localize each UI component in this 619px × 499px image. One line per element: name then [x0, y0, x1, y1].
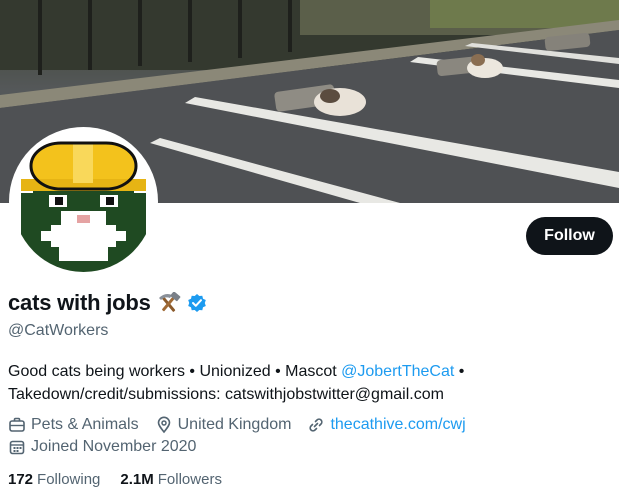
website-link[interactable]: thecathive.com/cwj [330, 416, 465, 434]
profile-stats: 172 Following 2.1M Followers [8, 471, 242, 488]
location-item: United Kingdom [155, 416, 292, 434]
avatar[interactable] [9, 127, 158, 276]
followers-count: 2.1M [120, 471, 154, 488]
bio-text-suffix: • [454, 363, 465, 380]
cat-hardhat-avatar-icon [13, 131, 154, 272]
profile-name-row: cats with jobs [8, 290, 207, 316]
joined-item: Joined November 2020 [8, 438, 196, 456]
link-icon [309, 418, 324, 432]
display-name: cats with jobs [8, 290, 151, 315]
category-label: Pets & Animals [31, 416, 139, 433]
profile-meta-joined: Joined November 2020 [8, 438, 212, 456]
hammer-and-pick-icon [157, 292, 181, 314]
category-item: Pets & Animals [8, 416, 139, 434]
verified-badge-icon[interactable] [187, 293, 207, 313]
followers-stat[interactable]: 2.1M Followers [120, 471, 222, 488]
calendar-icon [9, 440, 25, 455]
profile-handle: @CatWorkers [8, 322, 109, 339]
website-item[interactable]: thecathive.com/cwj [307, 416, 466, 434]
briefcase-icon [9, 417, 25, 432]
location-pin-icon [157, 416, 170, 434]
mention-link[interactable]: @JobertTheCat [341, 363, 454, 380]
profile-bio: Good cats being workers • Unionized • Ma… [8, 360, 613, 406]
joined-label: Joined November 2020 [31, 438, 197, 455]
following-stat[interactable]: 172 Following [8, 471, 100, 488]
following-label: Following [37, 471, 101, 488]
following-count: 172 [8, 471, 34, 488]
bio-line-2: Takedown/credit/submissions: catswithjob… [8, 386, 444, 403]
follow-button[interactable]: Follow [526, 217, 613, 255]
followers-label: Followers [157, 471, 222, 488]
profile-meta: Pets & Animals United Kingdom thecathive… [8, 416, 482, 434]
bio-text: Good cats being workers • Unionized • Ma… [8, 363, 342, 380]
location-label: United Kingdom [177, 416, 292, 433]
bio-line-1: Good cats being workers • Unionized • Ma… [8, 360, 613, 383]
